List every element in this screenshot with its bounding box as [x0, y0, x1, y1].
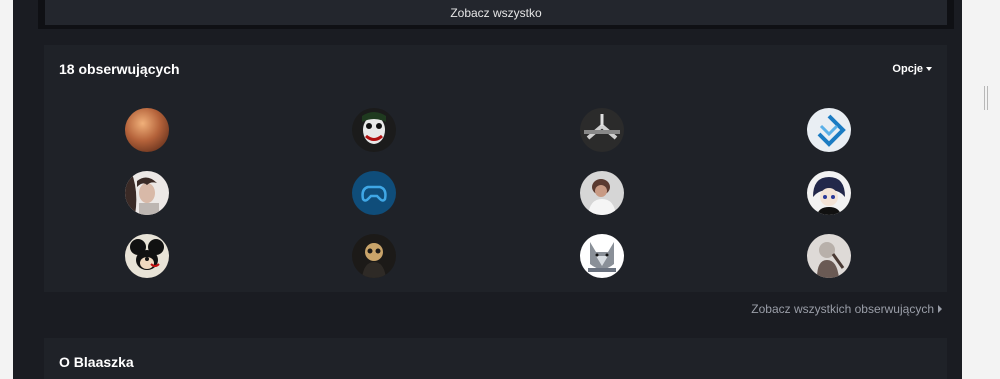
follower-avatar[interactable] — [125, 171, 169, 215]
about-title: O Blaaszka — [59, 354, 134, 370]
follower-avatar[interactable] — [580, 234, 624, 278]
avatar-anime-boy-icon — [807, 171, 851, 215]
avatar-logo-icon — [807, 108, 851, 152]
avatar-gamepad-icon — [352, 171, 396, 215]
follower-avatar[interactable] — [352, 234, 396, 278]
about-card: O Blaaszka — [44, 338, 947, 379]
scrollbar-handle[interactable] — [984, 86, 988, 110]
avatar-mouse-icon — [125, 234, 169, 278]
avatar-sunset-icon — [125, 108, 169, 152]
see-all-button[interactable]: Zobacz wszystko — [38, 0, 954, 29]
avatar-wolf-icon — [580, 234, 624, 278]
see-all-followers-label: Zobacz wszystkich obserwujących — [751, 302, 934, 316]
follower-avatar[interactable] — [580, 108, 624, 152]
followers-card: 18 obserwujących Opcje — [44, 45, 947, 292]
see-all-followers-link[interactable]: Zobacz wszystkich obserwujących — [751, 302, 942, 316]
follower-avatar[interactable] — [580, 171, 624, 215]
follower-avatar[interactable] — [352, 108, 396, 152]
follower-avatar[interactable] — [807, 108, 851, 152]
avatar-grid — [44, 45, 947, 292]
caret-right-icon — [938, 305, 942, 313]
avatar-joker-icon — [352, 108, 396, 152]
see-all-label: Zobacz wszystko — [450, 5, 542, 20]
follower-avatar[interactable] — [807, 234, 851, 278]
follower-avatar[interactable] — [125, 234, 169, 278]
follower-avatar[interactable] — [352, 171, 396, 215]
avatar-anime-icon — [580, 108, 624, 152]
avatar-person-icon — [580, 171, 624, 215]
avatar-figure-icon — [807, 234, 851, 278]
avatar-girl-icon — [125, 171, 169, 215]
follower-avatar[interactable] — [125, 108, 169, 152]
avatar-skull-icon — [352, 234, 396, 278]
follower-avatar[interactable] — [807, 171, 851, 215]
